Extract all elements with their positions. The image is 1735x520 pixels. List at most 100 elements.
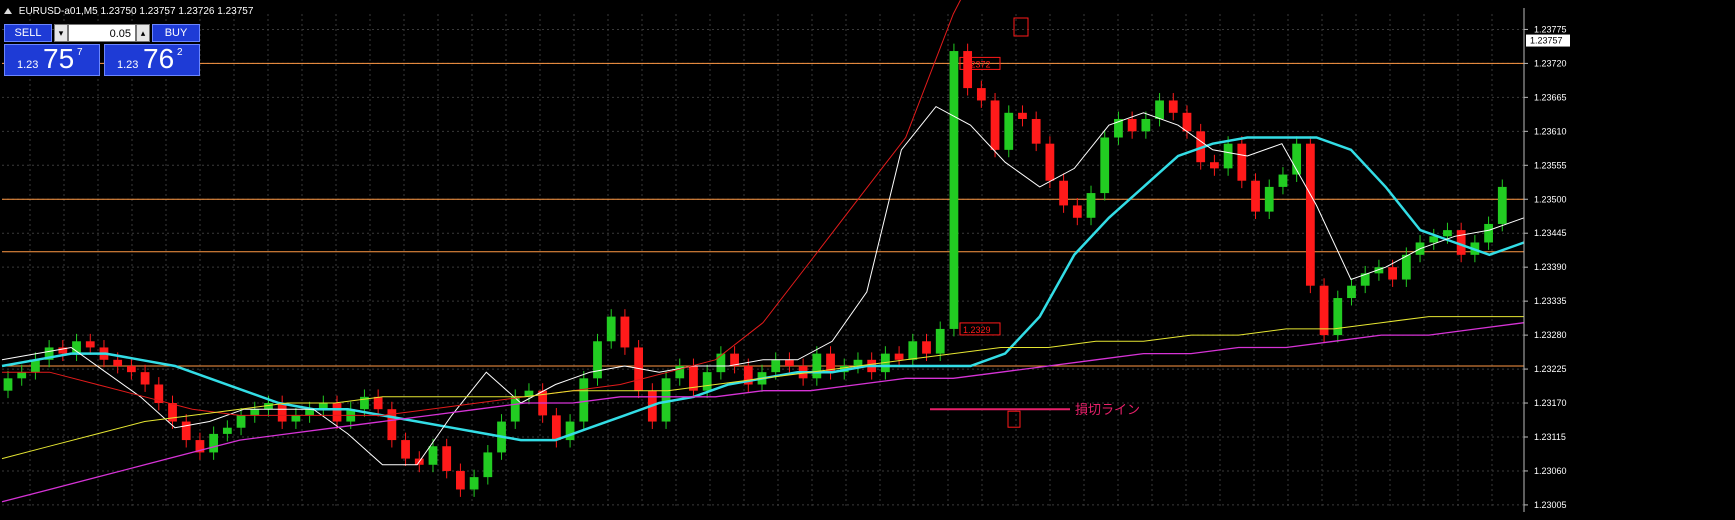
candle-bear	[456, 470, 465, 490]
candle-bear	[1251, 180, 1260, 212]
candle-bull	[1155, 100, 1164, 119]
price-tick-label: 1.23500	[1534, 194, 1567, 204]
lot-size-input[interactable]: 0.05	[68, 24, 136, 42]
candle-bull	[1086, 193, 1096, 218]
candle-bear	[181, 421, 191, 441]
candle-bull	[716, 353, 726, 373]
sell-price-prefix: 1.23	[17, 59, 39, 71]
candle-bull	[222, 427, 232, 434]
price-tick-label: 1.23610	[1534, 126, 1567, 136]
price-tick-label: 1.23335	[1534, 296, 1567, 306]
candle-bull	[1278, 174, 1288, 187]
price-tick-label: 1.23280	[1534, 330, 1567, 340]
candle-bull	[469, 477, 479, 490]
candle-bull	[291, 415, 301, 422]
sell-price[interactable]: 1.23 75 7	[4, 43, 100, 76]
price-tick-label: 1.23665	[1534, 92, 1567, 102]
candle-bear	[1388, 267, 1398, 280]
buy-price-fraction: 2	[177, 47, 183, 58]
buy-price-prefix: 1.23	[117, 59, 139, 71]
candle-bear	[401, 440, 410, 459]
candle-bull	[579, 378, 589, 422]
candle-bull	[209, 433, 219, 453]
candle-bull	[1004, 112, 1014, 150]
candle-bull	[702, 372, 712, 391]
candle-bear	[1018, 112, 1027, 119]
candle-bear	[551, 415, 561, 441]
candle-bull	[1484, 223, 1493, 243]
sell-price-fraction: 7	[77, 47, 83, 58]
price-tick-label: 1.23390	[1534, 262, 1567, 272]
candle-bear	[442, 446, 452, 471]
candle-bull	[1497, 186, 1507, 224]
chart-title: EURUSD-a01,M5 1.23750 1.23757 1.23726 1.…	[4, 6, 253, 17]
price-chart[interactable]: 1.23721.2329損切ライン 1.237751.237201.236651…	[0, 0, 1735, 515]
candle-bull	[428, 446, 438, 465]
candle-bull	[1347, 285, 1356, 299]
collapse-triangle-icon[interactable]	[4, 8, 12, 14]
price-tick-label: 1.23005	[1534, 500, 1567, 510]
candle-bull	[250, 409, 260, 416]
candle-bear	[277, 403, 287, 422]
price-tick-label: 1.23445	[1534, 228, 1567, 238]
candle-bear	[1237, 143, 1247, 181]
candle-bull	[1401, 254, 1411, 280]
sell-button[interactable]: SELL	[4, 24, 52, 42]
candle-bull	[236, 415, 246, 428]
candle-bear	[1168, 100, 1178, 113]
candle-bear	[990, 100, 1000, 150]
price-tick-label: 1.23115	[1534, 432, 1566, 442]
price-tick-label: 1.23775	[1534, 24, 1567, 34]
stop-loss-label: 損切ライン	[1075, 402, 1140, 417]
buy-price[interactable]: 1.23 76 2	[104, 43, 200, 76]
sell-price-pips: 75	[43, 43, 75, 74]
candle-bear	[976, 88, 986, 101]
candle-bear	[620, 316, 630, 348]
candle-bear	[1072, 205, 1082, 218]
candle-bull	[593, 341, 602, 379]
candle-bull	[949, 51, 959, 329]
candle-bear	[332, 403, 342, 422]
one-click-trading-panel: SELL ▾ 0.05 ▴ BUY 1.23 75 7 1.23 76 2	[4, 24, 200, 80]
candle-bull	[661, 378, 671, 422]
candle-bull	[1443, 230, 1452, 237]
candle-bear	[1305, 143, 1315, 286]
price-tick-label: 1.23225	[1534, 364, 1567, 374]
price-tick-label: 1.23720	[1534, 58, 1567, 68]
candle-bull	[1100, 137, 1110, 194]
candle-bull	[483, 452, 493, 478]
buy-button[interactable]: BUY	[152, 24, 200, 42]
candle-bear	[1182, 112, 1192, 132]
candle-bear	[113, 359, 123, 366]
candle-bull	[1333, 298, 1343, 336]
candle-bear	[1031, 118, 1041, 144]
price-label-text: 1.2372	[963, 59, 991, 69]
candle-bear	[1059, 180, 1068, 206]
candle-bull	[17, 372, 27, 379]
candle-bull	[771, 359, 781, 373]
candle-bull	[606, 316, 616, 342]
candle-bull	[812, 353, 822, 379]
candle-bear	[373, 396, 383, 410]
candle-bear	[1045, 143, 1055, 181]
candle-bear	[1210, 162, 1219, 169]
symbol-quote: EURUSD-a01,M5 1.23750 1.23757 1.23726 1.…	[18, 6, 254, 17]
candle-bear	[894, 353, 904, 360]
candle-bull	[1264, 186, 1274, 212]
lot-decrease-button[interactable]: ▾	[54, 24, 68, 42]
candle-bear	[1319, 285, 1329, 336]
buy-price-pips: 76	[143, 43, 175, 74]
candle-bull	[853, 359, 863, 366]
price-label-text: 1.2329	[963, 325, 991, 335]
candle-bear	[922, 341, 931, 354]
candle-bull	[3, 378, 13, 391]
price-tick-label: 1.23555	[1534, 160, 1567, 170]
candle-bear	[85, 341, 95, 348]
chart-window[interactable]: 1.2372 1.2329 損切ライン 1.23775 1.23720 1.23665 1…	[0, 0, 1735, 515]
candle-bear	[140, 372, 150, 385]
candle-bull	[1141, 118, 1151, 132]
price-tick-label: 1.23060	[1534, 466, 1567, 476]
candle-bear	[126, 365, 136, 373]
candle-bull	[1223, 143, 1233, 169]
lot-increase-button[interactable]: ▴	[136, 24, 150, 42]
